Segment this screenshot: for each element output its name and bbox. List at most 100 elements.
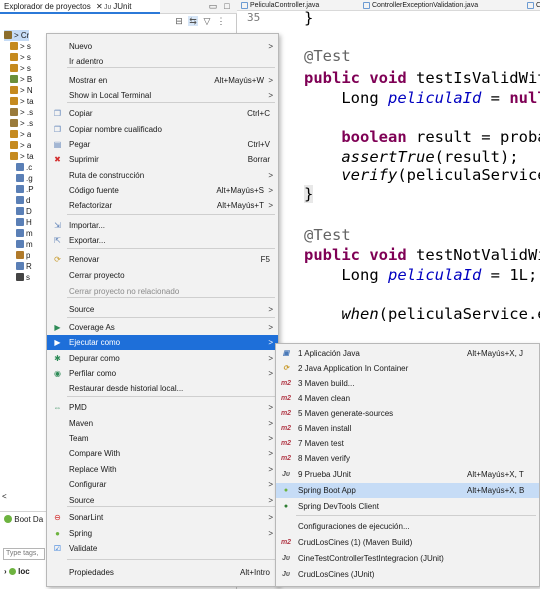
menu-item-importar[interactable]: ⇲ Importar... <box>47 218 278 233</box>
menu-item-refactorizar[interactable]: Refactorizar Alt+Mayús+T > <box>47 198 278 213</box>
menu-item-pmd[interactable]: ⇔ PMD > <box>47 400 278 415</box>
submenu-item-configuraciones-de-ejecuci-n[interactable]: Configuraciones de ejecución... <box>276 519 539 534</box>
chevron-right-icon: > <box>268 480 273 489</box>
menu-item-perfilar-como[interactable]: ◉ Perfilar como > <box>47 366 278 381</box>
menu-item-pegar[interactable]: ▤ Pegar Ctrl+V <box>47 137 278 152</box>
menu-item-maven[interactable]: Maven > <box>47 416 278 431</box>
menu-item-nuevo[interactable]: Nuevo > <box>47 39 278 54</box>
tree-item[interactable]: p <box>16 250 30 261</box>
menu-item-sonarlint[interactable]: ⊖ SonarLint > <box>47 510 278 525</box>
tree-item[interactable]: > ta <box>10 96 34 107</box>
menu-item-mostrar-en[interactable]: Mostrar en Alt+Mayús+W > <box>47 73 278 88</box>
menu-item-copiar-nombre-cualificado[interactable]: ❐ Copiar nombre cualificado <box>47 122 278 137</box>
tree-item[interactable]: > N <box>10 85 33 96</box>
folder-icon <box>10 53 18 61</box>
tab-junit[interactable]: Jᴜ JUnit <box>100 0 136 14</box>
link-editor-icon[interactable]: ⇆ <box>188 16 198 26</box>
menu-item-renovar[interactable]: ⟳ Renovar F5 <box>47 252 278 267</box>
code-line: assertTrue(result); <box>304 148 519 166</box>
menu-item-shortcut: Alt+Mayús+X, T <box>467 470 524 479</box>
tree-item[interactable]: > .s <box>10 107 33 118</box>
tree-item[interactable]: D <box>16 206 32 217</box>
submenu-item-3-maven-build[interactable]: m2 3 Maven build... <box>276 376 539 391</box>
copy-icon: ❐ <box>53 109 62 118</box>
tree-item[interactable]: d <box>16 195 30 206</box>
tree-item[interactable]: R <box>16 261 32 272</box>
menu-item-shortcut: Ctrl+V <box>247 140 270 149</box>
tree-item[interactable]: .P <box>16 184 34 195</box>
menu-item-restaurar-desde-historial-local[interactable]: Restaurar desde historial local... <box>47 381 278 396</box>
boot-dash-title[interactable]: Boot Da <box>4 515 43 524</box>
tag-filter-input[interactable]: Type tags, <box>3 548 45 560</box>
refresh-icon: ⟳ <box>54 255 61 264</box>
menu-item-configurar[interactable]: Configurar > <box>47 477 278 492</box>
collapse-all-icon[interactable]: ⊟ <box>174 16 184 26</box>
scroll-left-icon[interactable]: < <box>2 492 7 501</box>
tree-item[interactable]: m <box>16 228 33 239</box>
menu-item-suprimir[interactable]: ✖ Suprimir Borrar <box>47 152 278 167</box>
maximize-icon[interactable]: □ <box>222 1 232 11</box>
submenu-item-2-java-application-in-container[interactable]: ⟳ 2 Java Application In Container <box>276 361 539 376</box>
tree-item[interactable]: > s <box>10 41 31 52</box>
submenu-item-1-aplicaci-n-java[interactable]: ▣ 1 Aplicación Java Alt+Mayús+X, J <box>276 346 539 361</box>
java-file-icon <box>363 2 370 9</box>
submenu-item-9-prueba-junit[interactable]: Jᴜ 9 Prueba JUnit Alt+Mayús+X, T <box>276 467 539 482</box>
menu-item-propiedades[interactable]: Propiedades Alt+Intro <box>47 565 278 580</box>
tree-item[interactable]: > a <box>10 129 31 140</box>
submenu-item-crudloscines-1-maven-build[interactable]: m2 CrudLosCines (1) (Maven Build) <box>276 535 539 550</box>
chevron-right-icon: > <box>268 403 273 412</box>
menu-item-team[interactable]: Team > <box>47 431 278 446</box>
tree-item[interactable]: .g <box>16 173 33 184</box>
run-as-submenu: ▣ 1 Aplicación Java Alt+Mayús+X, J ⟳ 2 Java … <box>275 343 540 587</box>
tree-item[interactable]: > .s <box>10 118 33 129</box>
tree-item[interactable]: > Cr <box>4 30 30 41</box>
tree-item[interactable]: > B <box>10 74 32 85</box>
menu-item-source[interactable]: Source > <box>47 302 278 317</box>
chevron-right-icon: > <box>268 323 273 332</box>
menu-item-exportar[interactable]: ⇱ Exportar... <box>47 233 278 248</box>
submenu-item-crudloscines-junit[interactable]: Jᴜ CrudLosCines (JUnit) <box>276 567 539 582</box>
tree-item[interactable]: > s <box>10 52 31 63</box>
menu-item-copiar[interactable]: ❐ Copiar Ctrl+C <box>47 106 278 121</box>
menu-item-replace-with[interactable]: Replace With > <box>47 462 278 477</box>
menu-item-label: Copiar <box>69 109 93 118</box>
menu-item-ruta-de-construcción[interactable]: Ruta de construcción > <box>47 168 278 183</box>
menu-item-label: SonarLint <box>69 513 104 522</box>
submenu-item-spring-boot-app[interactable]: ● Spring Boot App Alt+Mayús+X, B <box>276 483 539 498</box>
menu-item-ejecutar-como[interactable]: ▶ Ejecutar como > <box>47 335 278 350</box>
spring-icon: ● <box>55 529 60 538</box>
submenu-item-8-maven-verify[interactable]: m2 8 Maven verify <box>276 451 539 466</box>
tree-item[interactable]: .c <box>16 162 32 173</box>
menu-item-compare-with[interactable]: Compare With > <box>47 446 278 461</box>
filter-icon[interactable]: ▽ <box>202 16 212 26</box>
editor-tab[interactable]: C <box>525 0 540 11</box>
tab-project-explorer[interactable]: Explorador de proyectos ✕ <box>0 0 160 14</box>
import-icon: ⇲ <box>54 221 61 230</box>
tree-item[interactable]: > ta <box>10 151 34 162</box>
tree-item[interactable]: H <box>16 217 32 228</box>
menu-item-show-in-local-terminal[interactable]: Show in Local Terminal > <box>47 88 278 103</box>
menu-item-spring[interactable]: ● Spring > <box>47 526 278 541</box>
menu-item-depurar-como[interactable]: ✱ Depurar como > <box>47 351 278 366</box>
submenu-item-4-maven-clean[interactable]: m2 4 Maven clean <box>276 391 539 406</box>
submenu-item-spring-devtools-client[interactable]: ● Spring DevTools Client <box>276 499 539 514</box>
view-menu-icon[interactable]: ⋮ <box>216 16 226 26</box>
editor-tab[interactable]: ControllerExceptionValidation.java <box>361 0 478 11</box>
tree-item[interactable]: > s <box>10 63 31 74</box>
menu-item-cerrar-proyecto[interactable]: Cerrar proyecto <box>47 268 278 283</box>
submenu-item-cinetestcontrollertestintegracion-junit[interactable]: Jᴜ CineTestControllerTestIntegracion (JUn… <box>276 551 539 566</box>
tree-item[interactable]: m <box>16 239 33 250</box>
folder-icon <box>10 108 18 116</box>
minimize-icon[interactable]: ▭ <box>208 1 218 11</box>
menu-item-código-fuente[interactable]: Código fuente Alt+Mayús+S > <box>47 183 278 198</box>
chevron-right-icon: > <box>268 338 273 347</box>
file-icon <box>16 229 24 237</box>
tree-item[interactable]: > a <box>10 140 31 151</box>
submenu-item-6-maven-install[interactable]: m2 6 Maven install <box>276 421 539 436</box>
menu-item-validate[interactable]: ☑ Validate <box>47 541 278 556</box>
menu-item-coverage-as[interactable]: ▶ Coverage As > <box>47 320 278 335</box>
boot-dash-local[interactable]: › loc <box>4 567 30 576</box>
tree-item[interactable]: s <box>16 272 30 283</box>
submenu-item-5-maven-generate-sources[interactable]: m2 5 Maven generate-sources <box>276 406 539 421</box>
submenu-item-7-maven-test[interactable]: m2 7 Maven test <box>276 436 539 451</box>
